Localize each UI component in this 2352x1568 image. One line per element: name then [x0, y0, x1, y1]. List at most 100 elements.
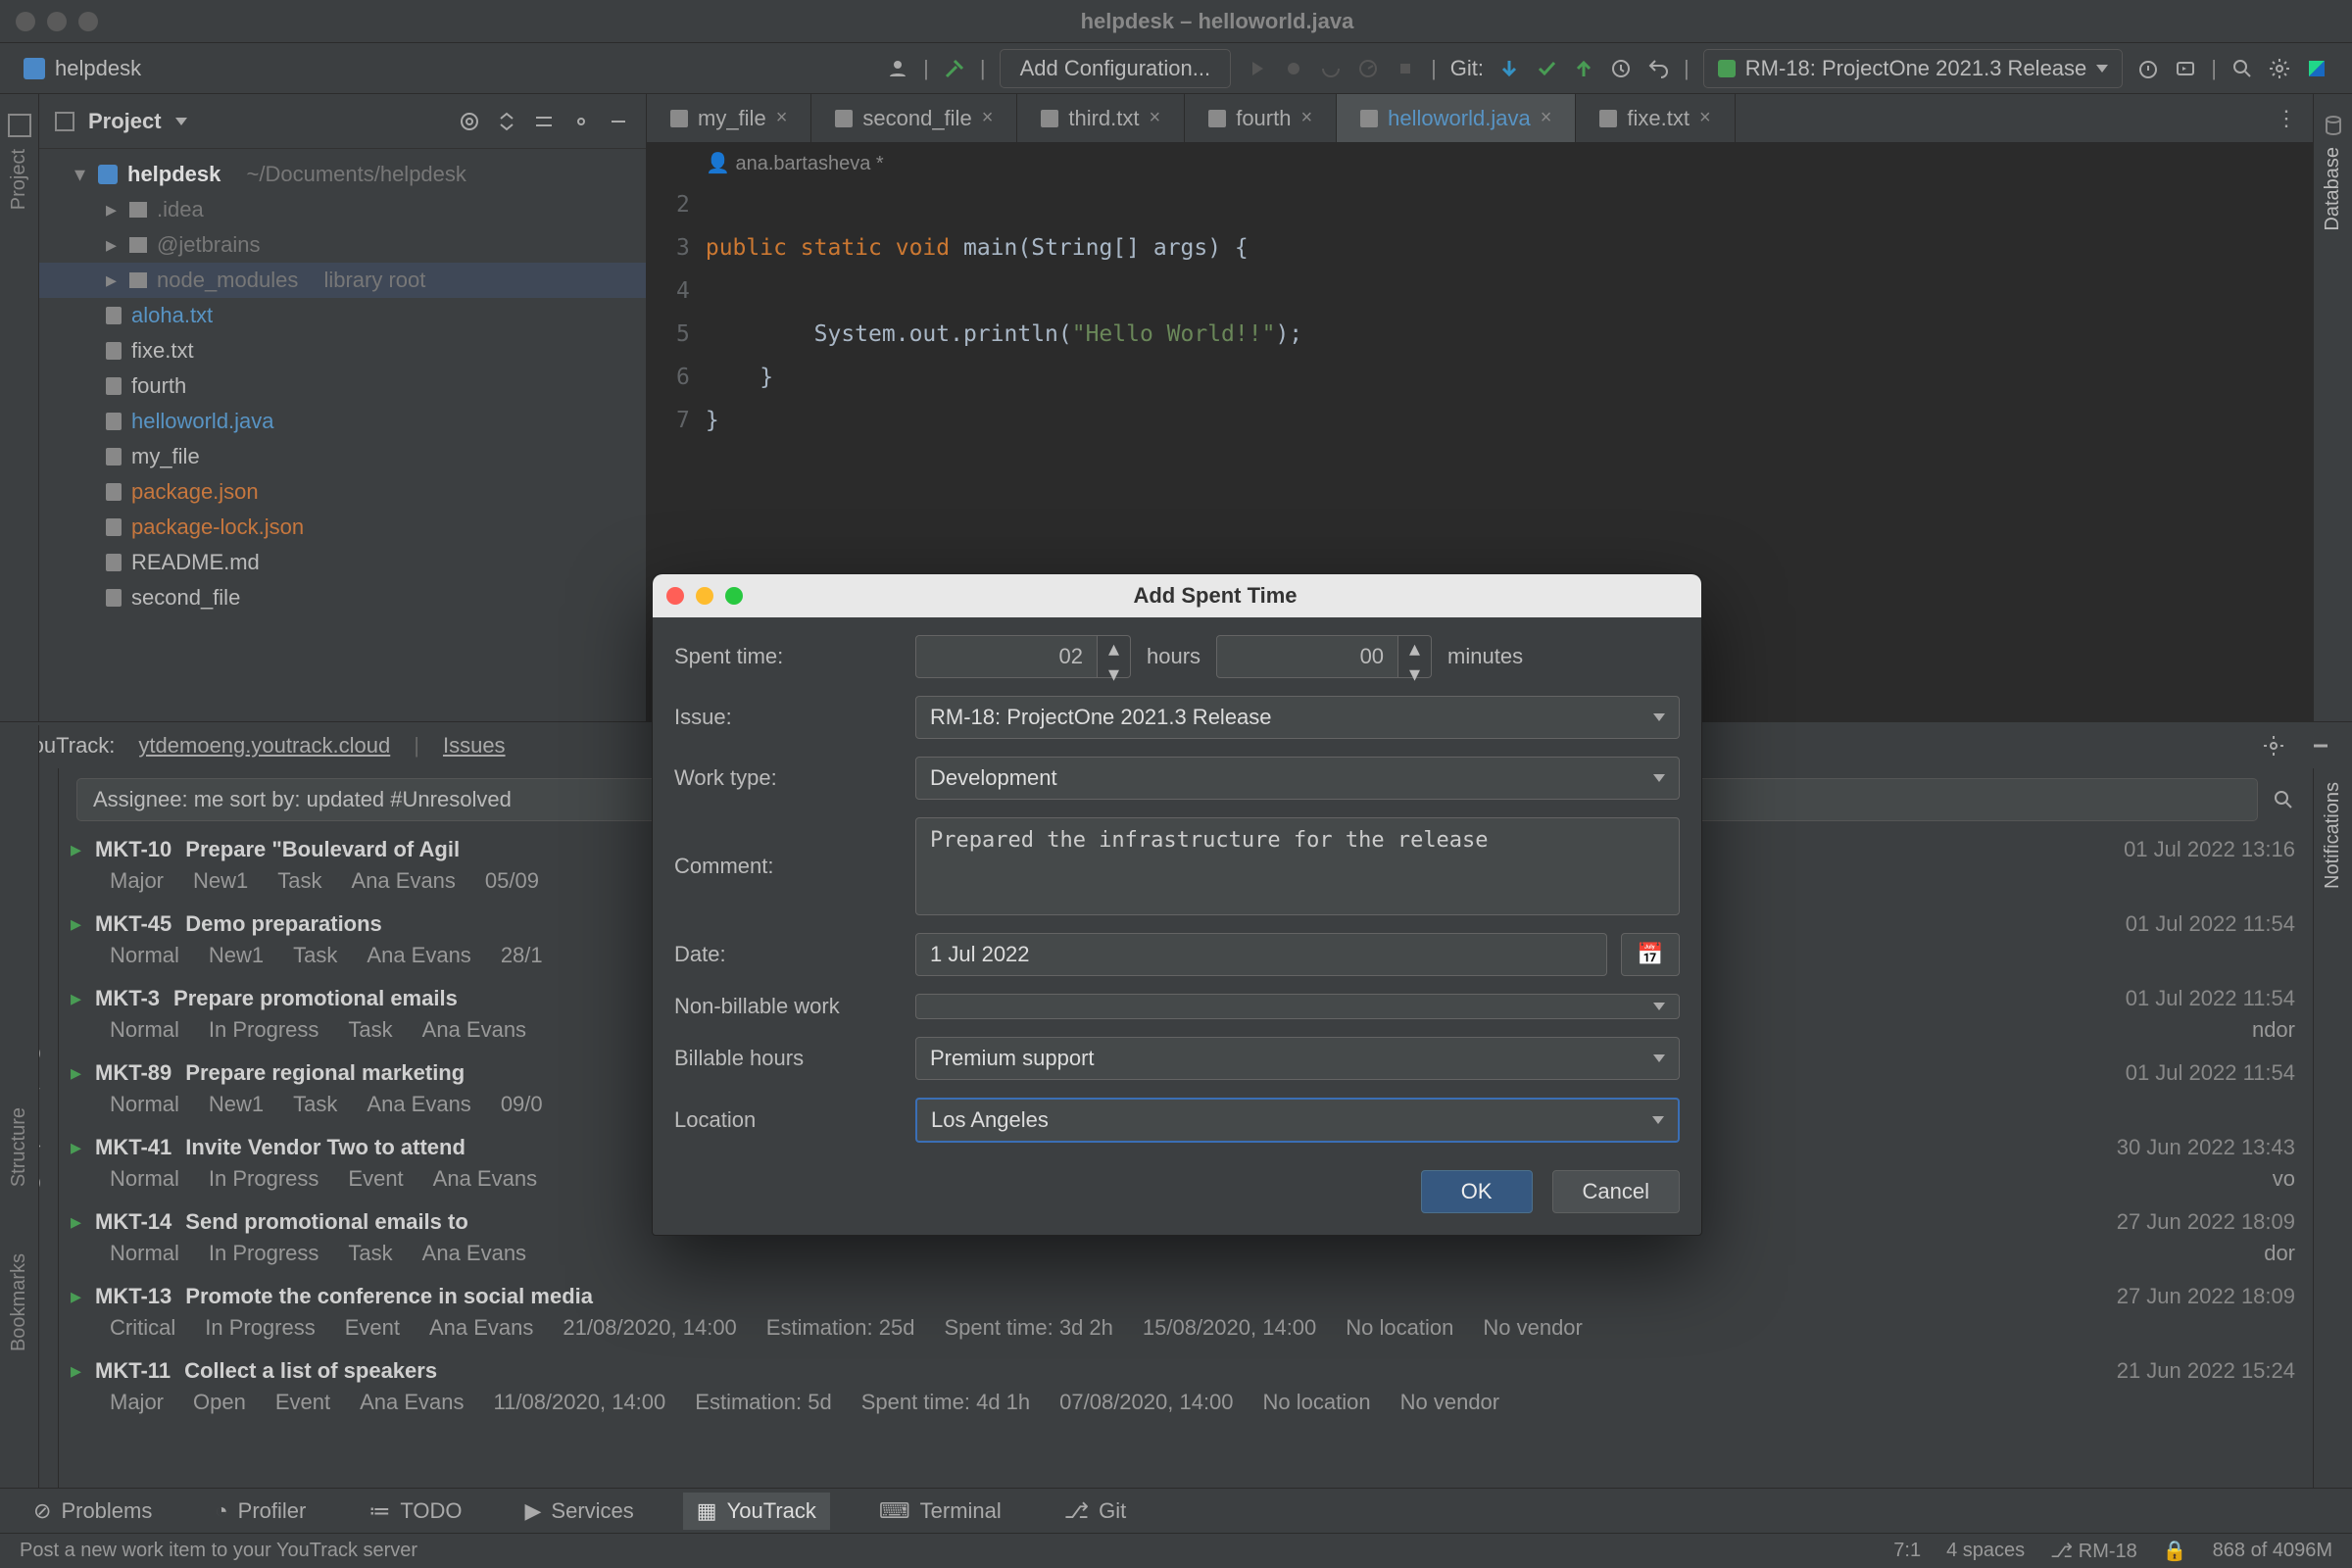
tree-item[interactable]: ▸.idea — [39, 192, 646, 227]
close-tab-icon[interactable]: × — [1541, 107, 1552, 129]
toolwin-youtrack[interactable]: ▦YouTrack — [683, 1493, 830, 1530]
collapse-icon[interactable] — [532, 110, 556, 133]
close-tab-icon[interactable]: × — [1300, 107, 1312, 129]
tree-item[interactable]: ▸node_modules library root — [39, 263, 646, 298]
project-toolwin-icon[interactable] — [8, 114, 31, 137]
expand-all-icon[interactable] — [495, 110, 518, 133]
memory-indicator[interactable]: 868 of 4096M — [2213, 1540, 2332, 1562]
youtrack-issues-link[interactable]: Issues — [443, 733, 506, 759]
ok-button[interactable]: OK — [1421, 1170, 1533, 1213]
add-configuration-button[interactable]: Add Configuration... — [1000, 49, 1231, 88]
database-label[interactable]: Database — [2322, 147, 2344, 231]
lock-icon[interactable]: 🔒 — [2163, 1539, 2187, 1563]
tree-item[interactable]: fourth — [39, 368, 646, 404]
close-tab-icon[interactable]: × — [982, 107, 994, 129]
date-field[interactable]: 1 Jul 2022 — [915, 933, 1607, 976]
toolwin-services[interactable]: ▶Services — [512, 1493, 648, 1530]
toolwin-problems[interactable]: ⊘Problems — [20, 1493, 166, 1530]
toolwin-profiler[interactable]: ◔Profiler — [201, 1493, 319, 1530]
toolwin-terminal[interactable]: ⌨Terminal — [865, 1493, 1015, 1530]
stop-icon[interactable] — [1394, 57, 1417, 80]
dialog-minimize-icon[interactable] — [696, 587, 713, 605]
expand-chevron-icon[interactable]: ▸ — [71, 986, 81, 1011]
gear-icon[interactable] — [2262, 734, 2285, 758]
expand-chevron-icon[interactable]: ▸ — [71, 837, 81, 862]
git-push-icon[interactable] — [1572, 57, 1595, 80]
tree-item[interactable]: second_file — [39, 580, 646, 615]
issue-row[interactable]: ▸MKT-11Collect a list of speakers21 Jun … — [59, 1352, 2313, 1427]
profile-icon[interactable] — [1356, 57, 1380, 80]
debug-icon[interactable] — [1282, 57, 1305, 80]
jetbrains-toolbox-icon[interactable] — [2305, 57, 2328, 80]
timer-play-icon[interactable] — [2136, 57, 2160, 80]
expand-chevron-icon[interactable]: ▸ — [71, 1209, 81, 1235]
hide-icon[interactable] — [607, 110, 630, 133]
expand-chevron-icon[interactable]: ▸ — [71, 1135, 81, 1160]
git-pull-icon[interactable] — [1497, 57, 1521, 80]
code-area[interactable]: 234567 public static void main(String[] … — [647, 183, 2313, 485]
editor-tab[interactable]: fourth× — [1185, 94, 1337, 142]
select-opened-icon[interactable] — [458, 110, 481, 133]
search-icon[interactable] — [2272, 788, 2295, 811]
cancel-button[interactable]: Cancel — [1552, 1170, 1680, 1213]
expand-chevron-icon[interactable]: ▸ — [71, 1060, 81, 1086]
close-window-icon[interactable] — [16, 12, 35, 31]
caret-position[interactable]: 7:1 — [1893, 1540, 1921, 1562]
database-icon[interactable] — [2322, 114, 2345, 137]
tab-menu-icon[interactable]: ⋮ — [2260, 106, 2313, 131]
expand-chevron-icon[interactable]: ▸ — [71, 1358, 81, 1384]
tree-item[interactable]: package.json — [39, 474, 646, 510]
editor-tab[interactable]: second_file× — [811, 94, 1017, 142]
hours-spinner[interactable]: 02▴▾ — [915, 635, 1131, 678]
tree-item[interactable]: aloha.txt — [39, 298, 646, 333]
notifications-label[interactable]: Notifications — [2322, 782, 2344, 889]
indent-info[interactable]: 4 spaces — [1946, 1540, 2025, 1562]
tree-item[interactable]: ▸@jetbrains — [39, 227, 646, 263]
calendar-button[interactable]: 📅 — [1621, 933, 1680, 976]
tree-item[interactable]: my_file — [39, 439, 646, 474]
run-icon[interactable] — [1245, 57, 1268, 80]
project-pane-title[interactable]: Project — [88, 109, 162, 134]
hide-icon[interactable] — [2309, 734, 2332, 758]
billable-combo[interactable]: Premium support — [915, 1037, 1680, 1080]
gear-icon[interactable] — [569, 110, 593, 133]
dialog-close-icon[interactable] — [666, 587, 684, 605]
search-icon[interactable] — [2230, 57, 2254, 80]
tree-item[interactable]: package-lock.json — [39, 510, 646, 545]
git-commit-icon[interactable] — [1535, 57, 1558, 80]
tree-root[interactable]: ▾helpdesk ~/Documents/helpdesk — [39, 157, 646, 192]
expand-chevron-icon[interactable]: ▸ — [71, 911, 81, 937]
tree-item[interactable]: fixe.txt — [39, 333, 646, 368]
worktype-combo[interactable]: Development — [915, 757, 1680, 800]
toolwin-git[interactable]: ⎇Git — [1051, 1493, 1140, 1530]
tree-item[interactable]: helloworld.java — [39, 404, 646, 439]
location-combo[interactable]: Los Angeles — [915, 1098, 1680, 1143]
nonbillable-combo[interactable] — [915, 994, 1680, 1019]
build-hammer-icon[interactable] — [943, 57, 966, 80]
dialog-zoom-icon[interactable] — [725, 587, 743, 605]
issue-combo[interactable]: RM-18: ProjectOne 2021.3 Release — [915, 696, 1680, 739]
chevron-down-icon[interactable] — [175, 118, 187, 125]
editor-tab[interactable]: helloworld.java× — [1337, 94, 1576, 142]
bookmarks-toolwin-label[interactable]: Bookmarks — [8, 1253, 30, 1351]
close-tab-icon[interactable]: × — [776, 107, 788, 129]
toolwin-todo[interactable]: ≔TODO — [355, 1493, 475, 1530]
editor-tab[interactable]: third.txt× — [1017, 94, 1185, 142]
history-icon[interactable] — [1609, 57, 1633, 80]
issue-row[interactable]: ▸MKT-13Promote the conference in social … — [59, 1278, 2313, 1352]
editor-tab[interactable]: fixe.txt× — [1576, 94, 1735, 142]
rollback-icon[interactable] — [1646, 57, 1670, 80]
git-branch[interactable]: ⎇ RM-18 — [2050, 1539, 2137, 1563]
minutes-spinner[interactable]: 00▴▾ — [1216, 635, 1432, 678]
youtrack-run-config[interactable]: RM-18: ProjectOne 2021.3 Release — [1703, 49, 2124, 88]
expand-chevron-icon[interactable]: ▸ — [71, 1284, 81, 1309]
youtrack-server-link[interactable]: ytdemoeng.youtrack.cloud — [138, 733, 390, 759]
coverage-icon[interactable] — [1319, 57, 1343, 80]
structure-toolwin-label[interactable]: Structure — [8, 1107, 30, 1187]
user-icon[interactable] — [886, 57, 909, 80]
close-tab-icon[interactable]: × — [1699, 107, 1711, 129]
comment-textarea[interactable]: Prepared the infrastructure for the rele… — [915, 817, 1680, 915]
zoom-window-icon[interactable] — [78, 12, 98, 31]
project-toolwin-label[interactable]: Project — [8, 149, 30, 210]
tree-item[interactable]: README.md — [39, 545, 646, 580]
